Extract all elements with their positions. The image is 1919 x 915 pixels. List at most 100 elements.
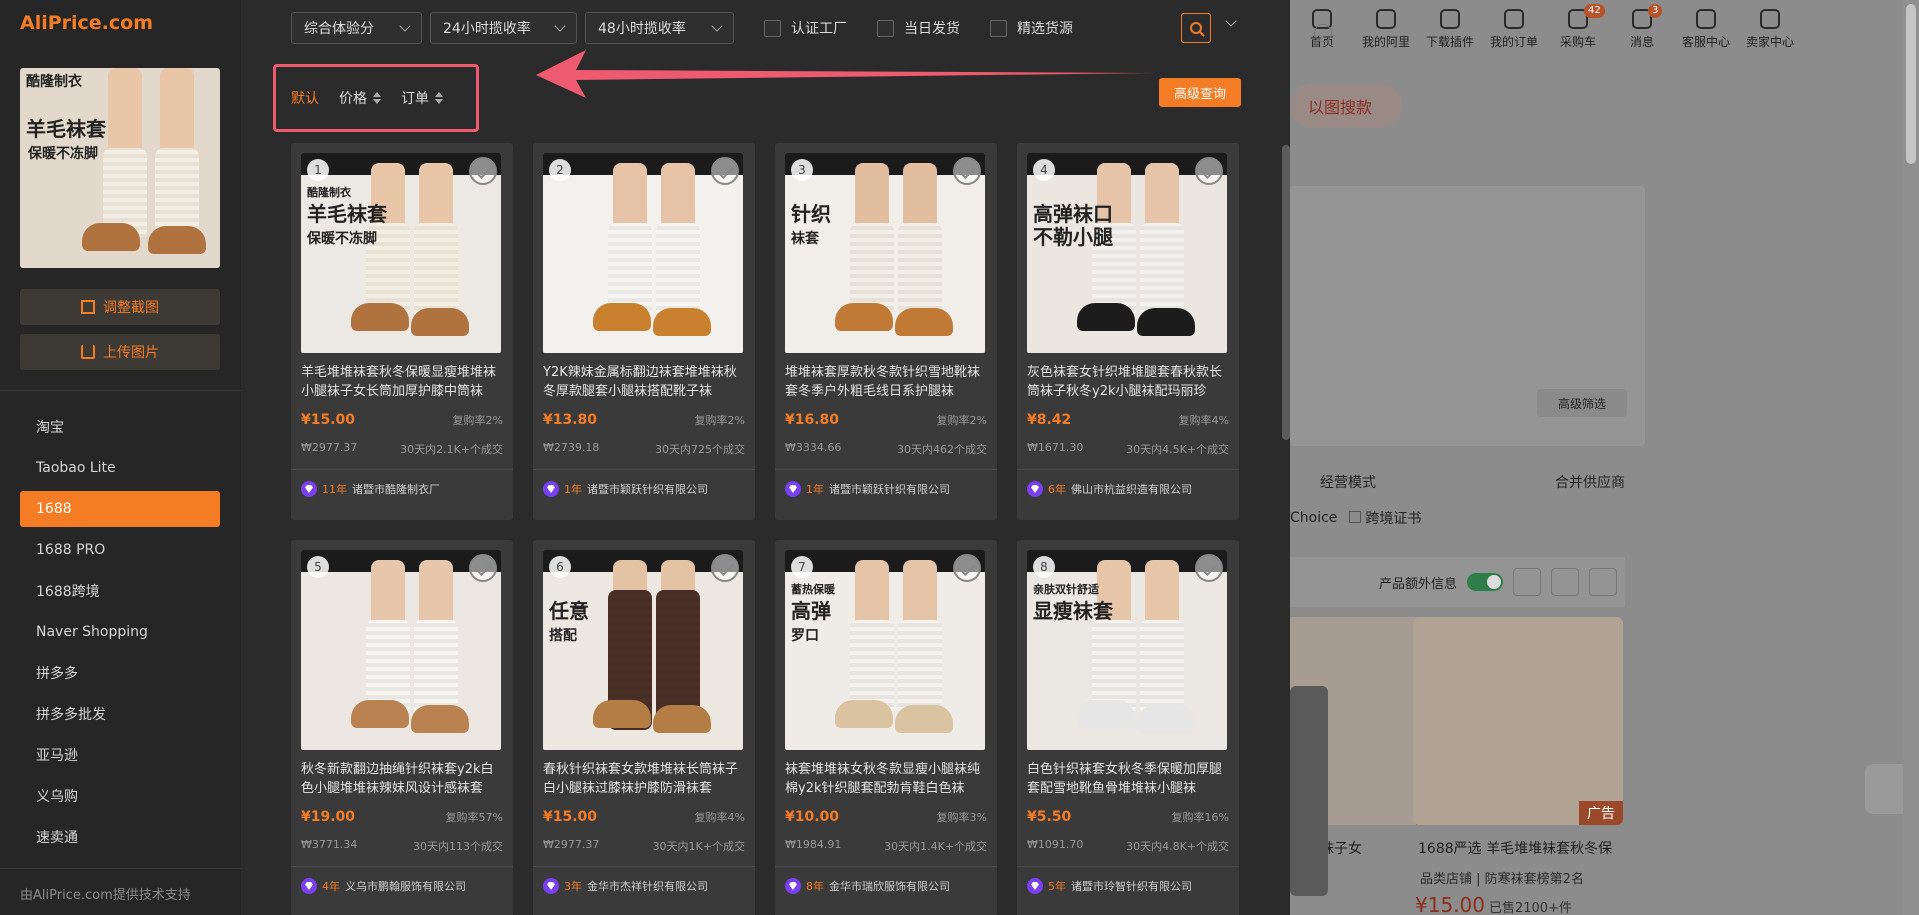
platform-1688-pro[interactable]: 1688 PRO [20, 532, 220, 568]
product-title[interactable]: 袜套堆堆袜女秋冬款显瘦小腿袜纯棉y2k针织腿套配勃肯鞋白色袜 [785, 760, 987, 798]
background-product-card[interactable]: 广告 [1413, 617, 1623, 825]
product-title[interactable]: 堆堆袜套厚款秋冬款针织雪地靴袜套冬季户外粗毛线日系护腿袜 [785, 363, 987, 401]
merge-supplier-option[interactable]: 合并供应商 [1555, 472, 1625, 492]
close-icon[interactable] [1314, 24, 1332, 42]
sort-by-orders[interactable]: 订单 [401, 88, 443, 108]
results-scrollbar[interactable] [1282, 145, 1290, 440]
nav-my-alibaba[interactable]: 我的阿里 [1354, 0, 1418, 58]
supplier-name[interactable]: 金华市瑞欣服饰有限公司 [829, 878, 950, 894]
select-check-icon[interactable] [469, 157, 497, 185]
supplier-name[interactable]: 诸暨市玲智针织有限公司 [1071, 878, 1192, 894]
platform-amazon[interactable]: 亚马逊 [20, 737, 220, 773]
shoe-shape [1077, 700, 1135, 728]
product-image[interactable]: 高弹袜口 不勒小腿 4 [1027, 153, 1227, 353]
product-title[interactable]: 白色针织袜套女秋冬季保暖加厚腿套配雪地靴鱼骨堆堆袜小腿袜 [1027, 760, 1229, 798]
select-check-icon[interactable] [711, 157, 739, 185]
checkbox[interactable] [877, 19, 894, 37]
platform-1688-cross-border[interactable]: 1688跨境 [20, 573, 220, 609]
product-card[interactable]: 针织 袜套 3 堆堆袜套厚款秋冬款针织雪地靴袜套冬季户外粗毛线日系护腿袜 ¥16… [775, 143, 997, 520]
select-check-icon[interactable] [1195, 554, 1223, 582]
product-card[interactable]: 酷隆制衣 羊毛袜套 保暖不冻脚 1 羊毛堆堆袜套秋冬保暖显瘦堆堆袜小腿袜子女长筒… [291, 143, 513, 520]
same-day-shipping-checkbox[interactable]: 当日发货 [877, 18, 960, 38]
product-image[interactable]: 5 [301, 550, 501, 750]
supplier-name[interactable]: 诸暨市颖跃针织有限公司 [829, 481, 950, 497]
platform-pinduoduo[interactable]: 拼多多 [20, 655, 220, 691]
sort-by-price[interactable]: 价格 [339, 88, 381, 108]
nav-seller-center[interactable]: 卖家中心 [1738, 0, 1802, 58]
edit-icon[interactable] [1865, 764, 1905, 814]
choice-option[interactable]: Choice [1290, 510, 1337, 526]
product-card[interactable]: 亲肤双针舒适 显瘦袜套 8 白色针织袜套女秋冬季保暖加厚腿套配雪地靴鱼骨堆堆袜小… [1017, 540, 1239, 915]
checkbox[interactable] [990, 19, 1007, 37]
platform-taobao[interactable]: 淘宝 [20, 409, 220, 445]
cross-border-cert-option[interactable]: 跨境证书 [1349, 508, 1421, 528]
adjust-crop-button[interactable]: 调整截图 [20, 289, 220, 325]
product-image[interactable]: 2 [543, 153, 743, 353]
search-button[interactable] [1181, 13, 1211, 43]
platform-aliexpress[interactable]: 速卖通 [20, 819, 220, 855]
platform-taobao-lite[interactable]: Taobao Lite [20, 450, 220, 486]
nav-service-center[interactable]: 客服中心 [1674, 0, 1738, 58]
pickup-rate-48h-select[interactable]: 48小时揽收率 [585, 12, 734, 44]
product-title[interactable]: 灰色袜套女针织堆堆腿套春秋款长筒袜子秋冬y2k小腿袜配玛丽珍 [1027, 363, 1229, 401]
aliprice-logo[interactable]: AliPrice.com [20, 12, 153, 34]
sales-30-days: 30天内462个成交 [897, 443, 987, 456]
supplier-name[interactable]: 佛山市杭益织造有限公司 [1071, 481, 1192, 497]
image-search-button[interactable]: 以图搜款 [1290, 84, 1402, 128]
select-check-icon[interactable] [1195, 157, 1223, 185]
supplier-name[interactable]: 诸暨市酷隆制衣厂 [352, 481, 440, 497]
upload-image-button[interactable]: 上传图片 [20, 334, 220, 370]
background-result-toolbar: 产品额外信息 [1290, 557, 1625, 607]
supplier-name[interactable]: 金华市杰祥针织有限公司 [587, 878, 708, 894]
product-image[interactable]: 亲肤双针舒适 显瘦袜套 8 [1027, 550, 1227, 750]
platform-naver-shopping[interactable]: Naver Shopping [20, 614, 220, 650]
product-card[interactable]: 5 秋冬新款翻边抽绳针织袜套y2k白色小腿堆堆袜辣妹风设计感袜套 ¥19.00 … [291, 540, 513, 915]
platform-1688[interactable]: 1688 [20, 491, 220, 527]
collapse-chevron-icon[interactable] [1225, 15, 1237, 27]
product-title[interactable]: Y2K辣妹金属标翻边袜套堆堆袜秋冬厚款腿套小腿袜搭配靴子袜 [543, 363, 745, 401]
platform-yiwugo[interactable]: 义乌购 [20, 778, 220, 814]
extra-info-toggle[interactable] [1467, 573, 1503, 591]
pickup-rate-24h-select[interactable]: 24小时揽收率 [430, 12, 577, 44]
product-image[interactable]: 酷隆制衣 羊毛袜套 保暖不冻脚 1 [301, 153, 501, 353]
platform-pinduoduo-wholesale[interactable]: 拼多多批发 [20, 696, 220, 732]
checkbox[interactable] [764, 19, 781, 37]
experience-score-select[interactable]: 综合体验分 [291, 12, 422, 44]
product-card[interactable]: 蓄热保暖 高弹 罗口 7 袜套堆堆袜女秋冬款显瘦小腿袜纯棉y2k针织腿套配勃肯鞋… [775, 540, 997, 915]
product-card[interactable]: 任意 搭配 6 春秋针织袜套女款堆堆袜长筒袜子白小腿袜过膝袜护膝防滑袜套 ¥15… [533, 540, 755, 915]
product-card[interactable]: 高弹袜口 不勒小腿 4 灰色袜套女针织堆堆腿套春秋款长筒袜子秋冬y2k小腿袜配玛… [1017, 143, 1239, 520]
image-headline: 显瘦袜套 [1033, 599, 1113, 623]
nav-my-orders[interactable]: 我的订单 [1482, 0, 1546, 58]
product-title[interactable]: 春秋针织袜套女款堆堆袜长筒袜子白小腿袜过膝袜护膝防滑袜套 [543, 760, 745, 798]
nav-download-plugin[interactable]: 下载插件 [1418, 0, 1482, 58]
price-value: ¥15.00 [1415, 893, 1485, 915]
checkbox[interactable] [1349, 511, 1362, 523]
product-image[interactable]: 蓄热保暖 高弹 罗口 7 [785, 550, 985, 750]
business-mode-filter[interactable]: 经营模式 [1320, 472, 1376, 492]
product-card[interactable]: 2 Y2K辣妹金属标翻边袜套堆堆袜秋冬厚款腿套小腿袜搭配靴子袜 ¥13.80 复… [533, 143, 755, 520]
gear-icon[interactable] [1551, 568, 1579, 596]
sort-default[interactable]: 默认 [291, 88, 319, 108]
supplier-name[interactable]: 义乌市鹏翰服饰有限公司 [345, 878, 466, 894]
certified-factory-checkbox[interactable]: 认证工厂 [764, 18, 847, 38]
select-check-icon[interactable] [953, 157, 981, 185]
product-title[interactable]: 秋冬新款翻边抽绳针织袜套y2k白色小腿堆堆袜辣妹风设计感袜套 [301, 760, 503, 798]
nav-messages[interactable]: 3 消息 [1610, 0, 1674, 58]
product-title[interactable]: 羊毛堆堆袜套秋冬保暖显瘦堆堆袜小腿袜子女长筒加厚护膝中筒袜 [301, 363, 503, 401]
product-image[interactable]: 任意 搭配 6 [543, 550, 743, 750]
sales-row: ₩1091.70 30天内4.8K+个成交 [1027, 838, 1229, 854]
advanced-query-button[interactable]: 高级查询 [1159, 78, 1241, 107]
refresh-icon[interactable] [1513, 568, 1541, 596]
select-check-icon[interactable] [953, 554, 981, 582]
supplier-name[interactable]: 诸暨市颖跃针织有限公司 [587, 481, 708, 497]
page-scrollbar[interactable] [1903, 0, 1919, 915]
message-count-badge: 3 [1648, 4, 1663, 18]
select-check-icon[interactable] [711, 554, 739, 582]
selected-source-checkbox[interactable]: 精选货源 [990, 18, 1073, 38]
select-check-icon[interactable] [469, 554, 497, 582]
powered-by-credit[interactable]: 由AliPrice.com提供技术支持 [20, 884, 191, 903]
advanced-filter-button[interactable]: 高级筛选 [1537, 389, 1627, 417]
nav-cart[interactable]: 42 采购车 [1546, 0, 1610, 58]
product-image[interactable]: 针织 袜套 3 [785, 153, 985, 353]
chevron-down-icon[interactable] [1589, 568, 1617, 596]
